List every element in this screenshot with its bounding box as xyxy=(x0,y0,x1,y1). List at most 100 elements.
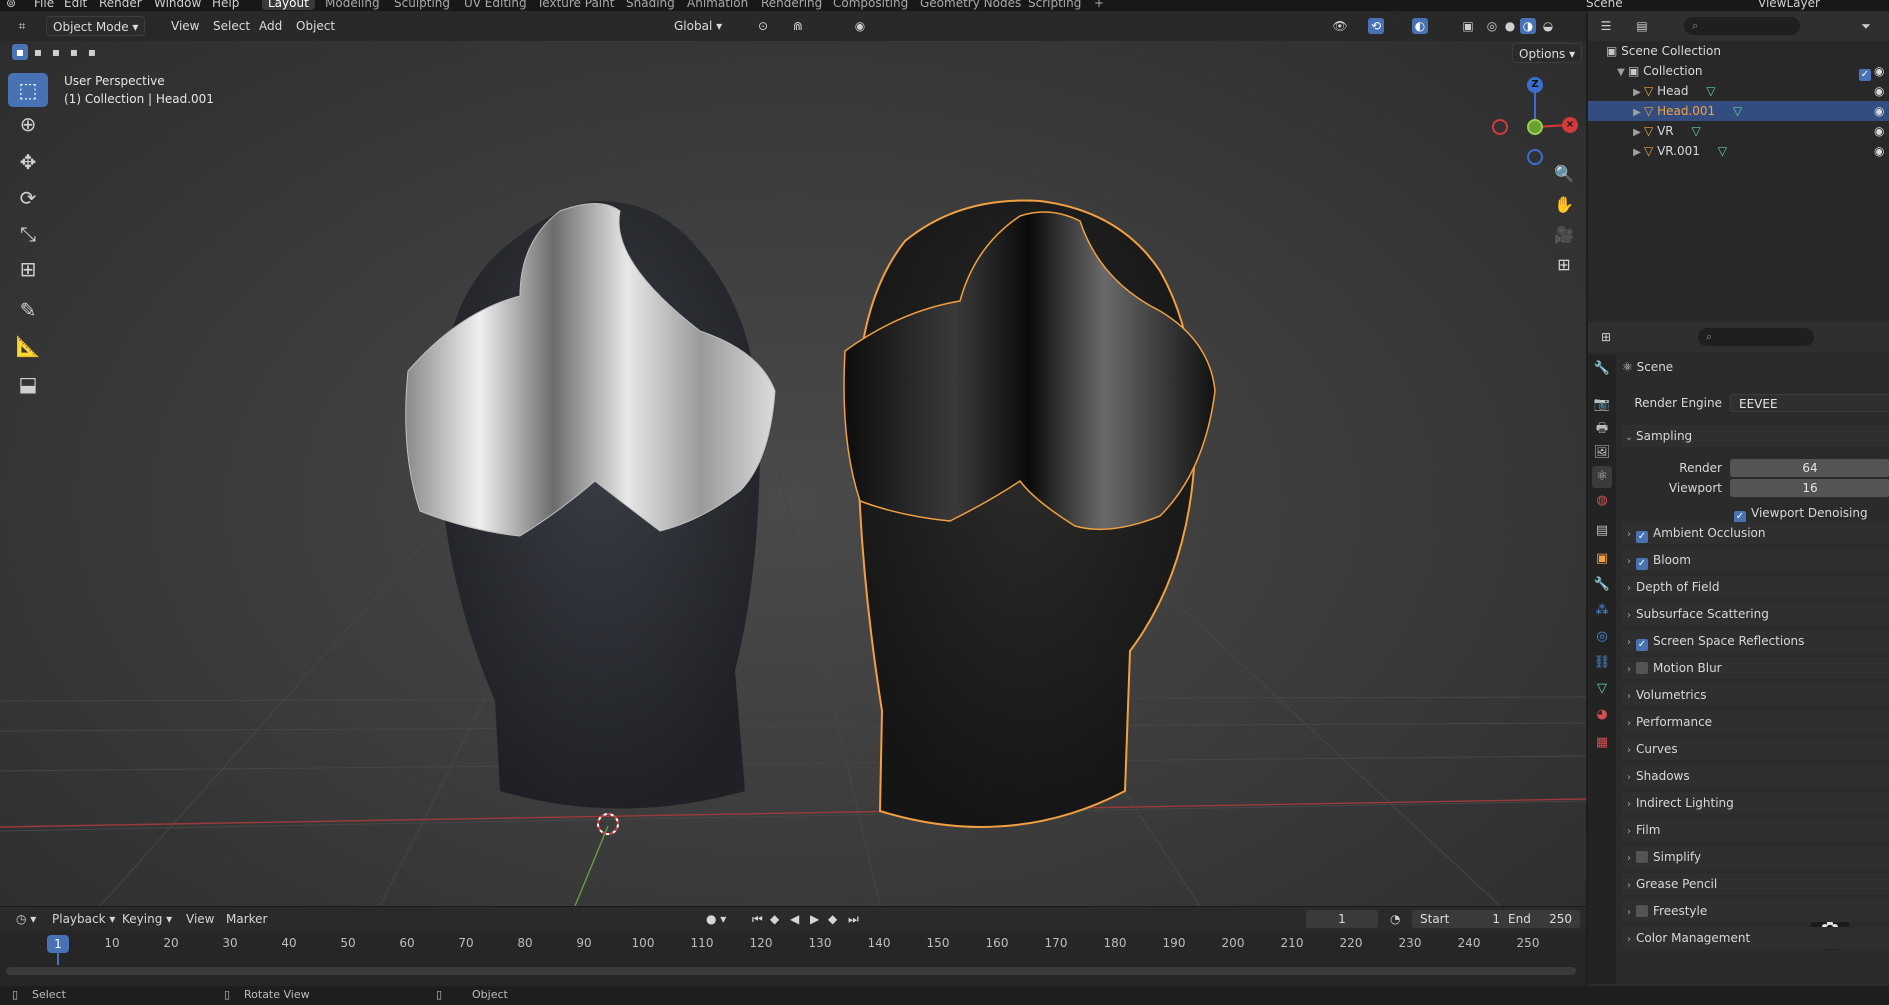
shading-wireframe-icon[interactable]: ◎ xyxy=(1484,18,1500,34)
tab-shading[interactable]: Shading xyxy=(620,0,681,10)
scene-tab-icon[interactable]: ⚛ xyxy=(1592,466,1612,488)
gizmo-y-axis[interactable] xyxy=(1527,119,1543,135)
viewport-scene[interactable] xyxy=(0,11,1586,906)
transform-orientation-selector[interactable]: Global ▾ xyxy=(668,16,728,36)
view-layer-tab-icon[interactable]: 🖼 xyxy=(1592,442,1612,464)
outliner-item-head[interactable]: ▶ ▽ Head ▽ ◉ xyxy=(1588,81,1889,101)
pan-hand-icon[interactable]: ✋ xyxy=(1550,191,1578,219)
panel-header-simplify[interactable]: › Simplify xyxy=(1622,846,1889,868)
tab-animation[interactable]: Animation xyxy=(681,0,754,10)
mesh-data-icon[interactable]: ▽ xyxy=(1691,124,1700,138)
texture-tab-icon[interactable]: ▦ xyxy=(1592,732,1612,754)
3d-viewport[interactable]: ⌗ Object Mode ▾ View Select Add Object G… xyxy=(0,11,1586,906)
mesh-data-icon[interactable]: ▽ xyxy=(1718,144,1727,158)
tab-uv-editing[interactable]: UV Editing xyxy=(458,0,533,10)
prev-keyframe-icon[interactable]: ◆ xyxy=(764,910,785,928)
panel-header-shadows[interactable]: › Shadows xyxy=(1622,765,1889,787)
viewport-denoising-row[interactable]: Viewport Denoising xyxy=(1622,502,1889,524)
panel-enable-checkbox[interactable] xyxy=(1636,662,1648,674)
data-tab-icon[interactable]: ▽ xyxy=(1592,678,1612,700)
constraints-tab-icon[interactable]: ⛓ xyxy=(1592,652,1612,674)
mesh-data-icon[interactable]: ▽ xyxy=(1733,104,1742,118)
panel-enable-checkbox[interactable] xyxy=(1636,531,1648,543)
select-new-icon[interactable]: ▪ xyxy=(12,44,28,60)
render-engine-dropdown[interactable]: EEVEE xyxy=(1730,394,1889,412)
camera-icon[interactable]: 🎥 xyxy=(1550,221,1578,249)
sampling-render-field[interactable]: 64 xyxy=(1730,459,1889,477)
collection-tab-icon[interactable]: ▤ xyxy=(1592,520,1612,542)
annotate-tool-icon[interactable]: ✎ xyxy=(8,293,48,327)
panel-header-film[interactable]: › Film xyxy=(1622,819,1889,841)
transform-tool-icon[interactable]: ⊞ xyxy=(8,252,48,286)
gizmo-toggle-icon[interactable]: ⟲ xyxy=(1368,18,1384,34)
panel-header-curves[interactable]: › Curves xyxy=(1622,738,1889,760)
render-tab-icon[interactable]: 📷 xyxy=(1592,394,1612,416)
physics-tab-icon[interactable]: ◎ xyxy=(1592,626,1612,648)
panel-header-freestyle[interactable]: › Freestyle xyxy=(1622,900,1889,922)
playhead[interactable]: 1 xyxy=(47,935,69,953)
menu-help[interactable]: Help xyxy=(212,0,239,10)
proportional-editing-icon[interactable]: ◉ xyxy=(852,18,868,34)
menu-window[interactable]: Window xyxy=(154,0,201,10)
tab-scripting[interactable]: Scripting xyxy=(1022,0,1087,10)
mesh-data-icon[interactable]: ▽ xyxy=(1706,84,1715,98)
select-invert-icon[interactable]: ▪ xyxy=(66,44,82,60)
menu-keying[interactable]: Keying ▾ xyxy=(116,910,178,928)
tab-sculpting[interactable]: Sculpting xyxy=(388,0,456,10)
select-box-tool-icon[interactable]: ⬚ xyxy=(8,73,48,107)
visibility-eye-icon[interactable]: ◉ xyxy=(1874,141,1884,161)
visibility-eye-icon[interactable]: ◉ xyxy=(1874,121,1884,141)
timeline-scrollbar[interactable] xyxy=(6,967,1576,975)
panel-enable-checkbox[interactable] xyxy=(1636,851,1648,863)
select-intersect-icon[interactable]: ▪ xyxy=(84,44,100,60)
menu-timeline-view[interactable]: View xyxy=(180,910,220,928)
menu-view[interactable]: View xyxy=(165,16,205,36)
outliner-item-vr[interactable]: ▶ ▽ VR ▽ ◉ xyxy=(1588,121,1889,141)
menu-edit[interactable]: Edit xyxy=(64,0,87,10)
tool-tab-icon[interactable]: 🔧 xyxy=(1592,358,1612,380)
measure-tool-icon[interactable]: 📐 xyxy=(8,329,48,363)
panel-header-indirect-lighting[interactable]: › Indirect Lighting xyxy=(1622,792,1889,814)
cursor-tool-icon[interactable]: ⊕ xyxy=(8,107,48,141)
collection-visibility-eye-icon[interactable]: ◉ xyxy=(1874,61,1884,81)
add-workspace-button[interactable]: + xyxy=(1088,0,1110,10)
current-frame-field[interactable]: 1 xyxy=(1306,910,1378,928)
panel-header-grease-pencil[interactable]: › Grease Pencil xyxy=(1622,873,1889,895)
gizmo-x-axis[interactable]: × xyxy=(1562,117,1578,133)
menu-add[interactable]: Add xyxy=(253,16,288,36)
gizmo-z-axis[interactable]: Z xyxy=(1527,77,1543,93)
blender-logo-icon[interactable]: ⊚ xyxy=(6,0,16,10)
navigation-gizmo[interactable]: Z × xyxy=(1490,71,1580,171)
mode-selector[interactable]: Object Mode ▾ xyxy=(46,16,146,36)
panel-enable-checkbox[interactable] xyxy=(1636,639,1648,651)
visibility-eye-icon[interactable]: ◉ xyxy=(1874,101,1884,121)
menu-object[interactable]: Object xyxy=(290,16,341,36)
snap-icon[interactable]: ⋒ xyxy=(790,18,806,34)
frame-ruler[interactable]: 1 10 20 30 40 50 60 70 80 90 100 110 120 130 140 150 16… xyxy=(0,933,1586,955)
overlays-toggle-icon[interactable]: ◐ xyxy=(1412,18,1428,34)
panel-header-color-management[interactable]: › Color Management xyxy=(1622,927,1889,949)
output-tab-icon[interactable]: 🖶 xyxy=(1592,418,1612,440)
tab-texture-paint[interactable]: Texture Paint xyxy=(531,0,620,10)
shading-solid-icon[interactable]: ● xyxy=(1502,18,1518,34)
material-tab-icon[interactable]: ◕ xyxy=(1592,704,1612,726)
outliner-editor-type-icon[interactable]: ☰ xyxy=(1598,18,1614,34)
expand-vr-001-icon[interactable]: ▶ xyxy=(1630,143,1644,163)
zoom-icon[interactable]: 🔍 xyxy=(1550,160,1578,188)
expand-head-001-icon[interactable]: ▶ xyxy=(1630,103,1644,123)
move-tool-icon[interactable]: ✥ xyxy=(8,145,48,179)
end-frame-field[interactable]: End 250 xyxy=(1500,910,1580,928)
sampling-viewport-field[interactable]: 16 xyxy=(1730,479,1889,497)
object-tab-icon[interactable]: ▣ xyxy=(1592,548,1612,570)
view-layer-selector[interactable]: ViewLayer xyxy=(1758,0,1820,10)
menu-select[interactable]: Select xyxy=(207,16,256,36)
ortho-grid-icon[interactable]: ⊞ xyxy=(1550,251,1578,279)
tab-compositing[interactable]: Compositing xyxy=(827,0,914,10)
panel-header-performance[interactable]: › Performance xyxy=(1622,711,1889,733)
record-icon[interactable]: ● ▾ xyxy=(700,910,732,928)
pivot-point-icon[interactable]: ⊙ xyxy=(755,18,771,34)
panel-header-screen-space-reflections[interactable]: › Screen Space Reflections xyxy=(1622,630,1889,652)
outliner-search-input[interactable]: ⌕ xyxy=(1684,17,1800,35)
clock-icon[interactable]: ◔ xyxy=(1384,910,1406,928)
menu-playback[interactable]: Playback ▾ xyxy=(46,910,121,928)
